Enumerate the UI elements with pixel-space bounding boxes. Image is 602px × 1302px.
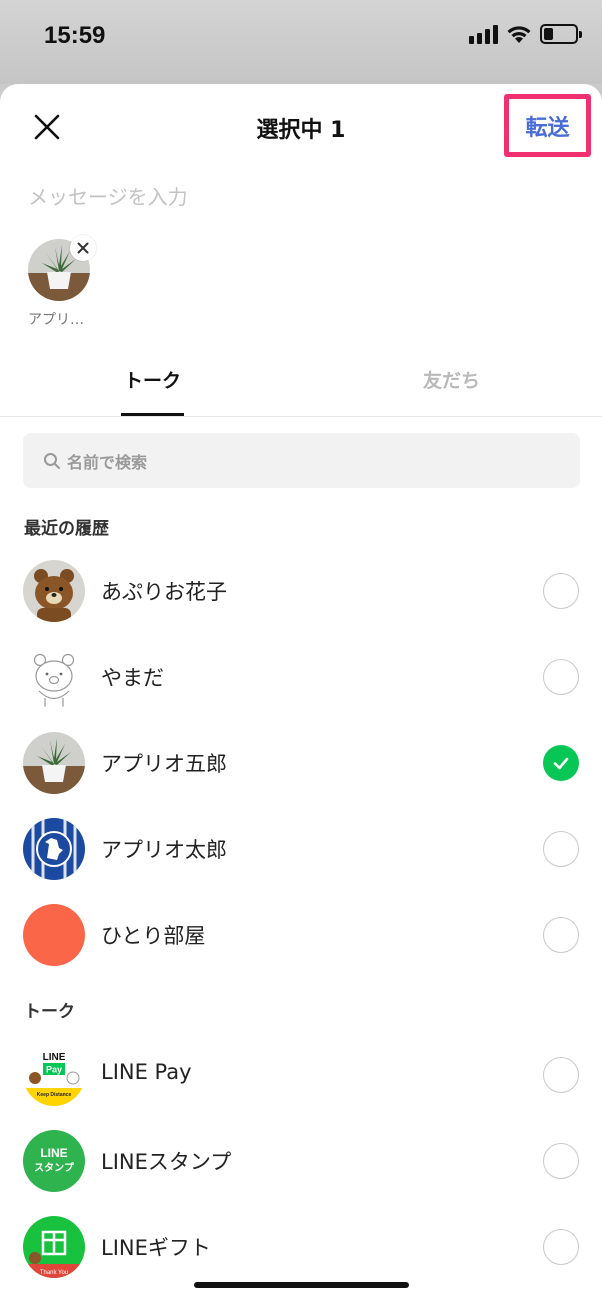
status-bar: 15:59 — [0, 0, 602, 84]
svg-text:Pay: Pay — [46, 1065, 62, 1075]
line-stamp-logo: LINE スタンプ — [23, 1130, 85, 1192]
search-icon — [44, 452, 60, 469]
cellular-signal-icon — [469, 24, 498, 44]
list-item[interactable]: LINE スタンプ LINEスタンプ — [0, 1130, 602, 1216]
select-radio[interactable] — [543, 659, 579, 695]
list-item[interactable]: アプリオ五郎 — [0, 732, 602, 818]
list-item-name: やまだ — [101, 666, 164, 690]
line-pay-logo: LINE Pay Keep Distance — [23, 1044, 85, 1106]
list-item[interactable]: あぷりお花子 — [0, 560, 602, 646]
list-item-name: LINE Pay — [101, 1060, 192, 1084]
forward-sheet: 選択中 1 転送 アプリ… トーク 友だち 名前で検索 — [0, 84, 602, 1302]
section-header-talk: トーク — [24, 1002, 75, 1022]
remove-selected-button[interactable] — [70, 235, 96, 261]
line-gift-logo: Thank You — [23, 1216, 85, 1278]
bear-icon — [23, 560, 85, 622]
avatar — [23, 732, 85, 794]
status-time: 15:59 — [44, 22, 106, 49]
list-item[interactable]: やまだ — [0, 646, 602, 732]
orange-circle-icon — [23, 904, 85, 966]
svg-text:LINE: LINE — [40, 1146, 67, 1160]
active-tab-indicator — [121, 413, 184, 416]
checkmark-icon — [553, 757, 569, 770]
wifi-icon — [507, 26, 531, 43]
avatar — [23, 904, 85, 966]
tab-bar: トーク 友だち — [0, 352, 602, 417]
select-radio[interactable] — [543, 1143, 579, 1179]
selected-chip: アプリ… — [28, 235, 98, 329]
svg-text:Keep Distance: Keep Distance — [37, 1092, 72, 1098]
avatar: LINE スタンプ — [23, 1130, 85, 1192]
list-item[interactable]: Thank You LINEギフト — [0, 1216, 602, 1302]
select-radio[interactable] — [543, 917, 579, 953]
bear-outline-icon — [23, 646, 85, 708]
tab-friends[interactable]: 友だち — [423, 366, 480, 393]
close-icon — [77, 242, 89, 254]
tab-talk[interactable]: トーク — [124, 366, 181, 393]
avatar — [23, 818, 85, 880]
select-radio-checked[interactable] — [543, 745, 579, 781]
avatar — [23, 560, 85, 622]
plant-icon — [23, 732, 85, 794]
list-item-name: アプリオ太郎 — [101, 838, 227, 862]
search-placeholder: 名前で検索 — [67, 452, 148, 472]
svg-text:スタンプ: スタンプ — [34, 1161, 75, 1174]
list-item-name: あぷりお花子 — [101, 580, 227, 604]
list-item[interactable]: アプリオ太郎 — [0, 818, 602, 904]
select-radio[interactable] — [543, 1057, 579, 1093]
message-input[interactable] — [28, 180, 568, 214]
list-item-name: ひとり部屋 — [101, 924, 206, 948]
select-radio[interactable] — [543, 831, 579, 867]
avatar: LINE Pay Keep Distance — [23, 1044, 85, 1106]
select-radio[interactable] — [543, 573, 579, 609]
battery-icon — [540, 24, 582, 44]
forward-button[interactable]: 転送 — [504, 94, 591, 157]
home-indicator — [194, 1282, 409, 1288]
avatar: Thank You — [23, 1216, 85, 1278]
selected-chip-label: アプリ… — [28, 312, 84, 328]
avatar — [23, 646, 85, 708]
football-crest-icon — [23, 818, 85, 880]
svg-text:Thank You: Thank You — [40, 1270, 68, 1276]
list-item[interactable]: ひとり部屋 — [0, 904, 602, 990]
list-item-name: LINEスタンプ — [101, 1150, 232, 1174]
list-item-name: アプリオ五郎 — [101, 752, 227, 776]
list-item-name: LINEギフト — [101, 1236, 211, 1260]
status-icons — [469, 24, 582, 44]
section-header-recent: 最近の履歴 — [24, 519, 109, 539]
select-radio[interactable] — [543, 1229, 579, 1265]
list-item[interactable]: LINE Pay Keep Distance LINE Pay — [0, 1044, 602, 1130]
search-input[interactable]: 名前で検索 — [23, 433, 580, 488]
svg-text:LINE: LINE — [43, 1052, 66, 1063]
